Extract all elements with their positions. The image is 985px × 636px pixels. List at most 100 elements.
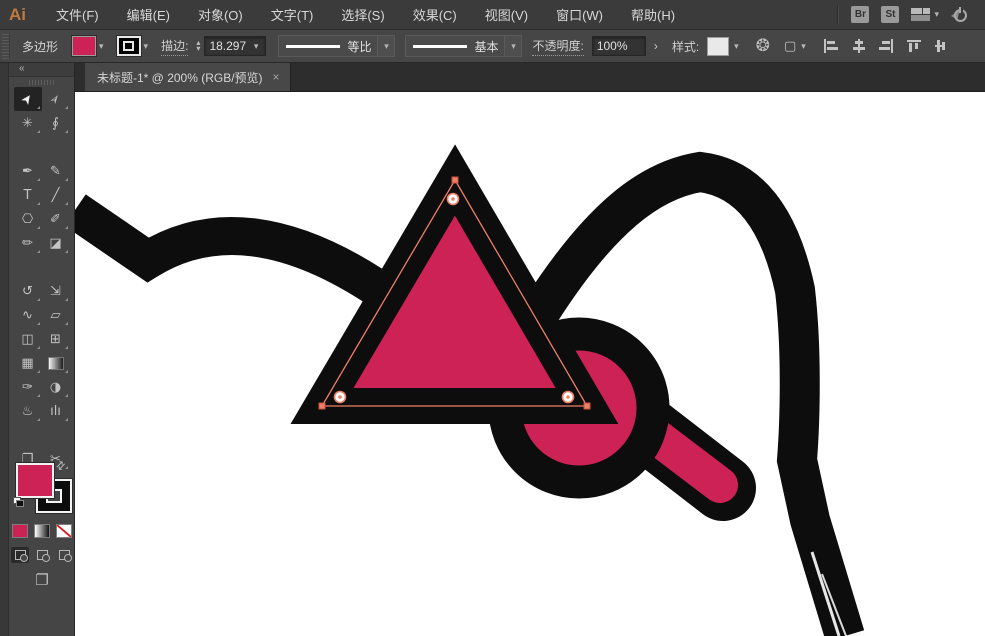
black-path-left[interactable] <box>75 194 391 306</box>
context-label: 多边形 <box>22 39 59 54</box>
stroke-color-control[interactable]: ▾ <box>115 35 152 57</box>
brush-label: 基本 <box>474 39 499 54</box>
opacity-value: 100% <box>596 39 628 53</box>
eyedropper-tool[interactable]: ✑ <box>14 375 42 399</box>
draw-inside-button[interactable] <box>55 547 73 563</box>
color-button[interactable] <box>12 524 28 538</box>
recolor-artwork-icon[interactable]: ❂ <box>756 36 770 56</box>
canvas[interactable] <box>75 92 985 636</box>
style-swatch[interactable] <box>707 36 730 56</box>
paintbrush-tool[interactable]: ✐ <box>42 207 70 231</box>
fill-proxy[interactable] <box>15 462 55 499</box>
menu-bar-right: Br St ▾ <box>837 5 985 24</box>
stepper-down-icon[interactable]: ▾ <box>196 45 200 53</box>
stroke-weight-value: 18.297 <box>209 39 247 53</box>
anchor-point[interactable] <box>451 176 459 184</box>
direct-selection-tool[interactable]: ➢ <box>42 87 70 111</box>
dock-edge[interactable] <box>0 63 9 636</box>
polygon-tool[interactable]: ⎔ <box>14 207 42 231</box>
panel-grip[interactable] <box>28 80 55 85</box>
curvature-tool[interactable]: ✎ <box>42 159 70 183</box>
column-graph-tool[interactable]: ılı <box>42 399 70 423</box>
line-segment-tool[interactable]: ╱ <box>42 183 70 207</box>
scale-tool[interactable]: ⇲ <box>42 279 70 303</box>
type-tool[interactable]: T <box>14 183 42 207</box>
free-transform-tool[interactable]: ▱ <box>42 303 70 327</box>
vertical-align-top-button[interactable] <box>906 39 922 53</box>
blend-tool[interactable]: ◑ <box>42 375 70 399</box>
chevron-down-icon[interactable]: ▾ <box>504 36 522 56</box>
draw-behind-button[interactable] <box>33 547 51 563</box>
chevron-down-icon[interactable]: ▾ <box>251 39 262 54</box>
chevron-down-icon[interactable]: ▾ <box>96 39 107 54</box>
magic-wand-tool[interactable]: ✳ <box>14 111 42 135</box>
mesh-tool[interactable]: ▦ <box>14 351 42 375</box>
separator <box>837 5 840 24</box>
pencil-tool[interactable]: ✏ <box>14 231 42 255</box>
vertical-align-center-button[interactable] <box>934 39 945 53</box>
draw-normal-button[interactable] <box>11 547 29 563</box>
horizontal-align-right-button[interactable] <box>878 39 894 53</box>
transform-shape-icon[interactable]: ▢ <box>784 38 796 54</box>
stroke-color-swatch[interactable] <box>115 35 142 57</box>
stroke-weight-input[interactable]: 18.297 ▾ <box>204 36 267 56</box>
close-icon[interactable]: × <box>273 70 280 84</box>
symbol-sprayer-tool[interactable]: ♨ <box>14 399 42 423</box>
launch-power-icon[interactable] <box>951 6 967 23</box>
bridge-badge[interactable]: Br <box>851 6 870 23</box>
menu-help[interactable]: 帮助(H) <box>617 0 689 29</box>
menu-effect[interactable]: 效果(C) <box>399 0 471 29</box>
width-profile-dropdown[interactable]: 等比 ▾ <box>278 35 396 57</box>
none-button[interactable] <box>56 524 72 538</box>
opacity-expand-arrow[interactable]: › <box>648 39 664 53</box>
stock-badge[interactable]: St <box>881 6 900 23</box>
illustrator-logo: Ai <box>9 4 26 24</box>
opacity-panel-link[interactable]: 不透明度: <box>532 37 584 56</box>
anchor-point[interactable] <box>583 402 591 410</box>
document-tab[interactable]: 未标题-1* @ 200% (RGB/预览) × <box>85 63 291 91</box>
stroke-panel-link[interactable]: 描边: <box>161 37 189 56</box>
pen-tool[interactable]: ✒ <box>14 159 42 183</box>
chevron-down-icon[interactable]: ▾ <box>798 39 809 54</box>
width-tool[interactable]: ∿ <box>14 303 42 327</box>
menu-view[interactable]: 视图(V) <box>471 0 542 29</box>
menu-file[interactable]: 文件(F) <box>42 0 113 29</box>
panel-collapse-button[interactable]: « <box>9 63 74 77</box>
document-title: 未标题-1* @ 200% (RGB/预览) <box>97 70 263 85</box>
stroke-weight-stepper[interactable]: ▴ ▾ <box>196 39 200 53</box>
perspective-grid-tool[interactable]: ⊞ <box>42 327 70 351</box>
shape-builder-tool[interactable]: ◫ <box>14 327 42 351</box>
horizontal-align-center-button[interactable] <box>851 39 866 53</box>
menu-type[interactable]: 文字(T) <box>257 0 328 29</box>
chevron-down-icon[interactable]: ▾ <box>731 39 742 54</box>
lasso-tool[interactable]: ∮ <box>42 111 70 135</box>
chevron-down-icon[interactable]: ▾ <box>377 36 395 56</box>
chevron-down-icon[interactable]: ▾ <box>141 39 152 54</box>
menu-window[interactable]: 窗口(W) <box>542 0 617 29</box>
anchor-point[interactable] <box>318 402 326 410</box>
gradient-button[interactable] <box>34 524 50 538</box>
panel-grip[interactable] <box>2 33 10 59</box>
menu-edit[interactable]: 编辑(E) <box>113 0 184 29</box>
gradient-tool[interactable] <box>42 351 70 375</box>
fill-color-swatch[interactable] <box>71 35 98 57</box>
app-badges: Br St <box>851 6 900 23</box>
default-fill-stroke-icon[interactable] <box>13 497 24 507</box>
fill-stroke-indicator: ⇄ <box>9 458 75 521</box>
brush-definition-dropdown[interactable]: 基本 ▾ <box>405 35 523 57</box>
workspace-switcher[interactable]: ▾ <box>911 8 939 21</box>
live-corner-widget[interactable] <box>561 390 575 404</box>
artboard-view[interactable] <box>75 92 985 636</box>
live-corner-widget[interactable] <box>333 390 347 404</box>
screen-mode-button[interactable]: ❐ <box>9 571 75 589</box>
horizontal-align-left-button[interactable] <box>823 39 838 53</box>
fill-color-control[interactable]: ▾ <box>71 35 107 57</box>
menu-object[interactable]: 对象(O) <box>184 0 257 29</box>
menu-list: 文件(F) 编辑(E) 对象(O) 文字(T) 选择(S) 效果(C) 视图(V) 窗口(W)… <box>42 0 689 29</box>
eraser-tool[interactable]: ◪ <box>42 231 70 255</box>
rotate-tool[interactable]: ↺ <box>14 279 42 303</box>
opacity-input[interactable]: 100% <box>591 36 646 56</box>
live-corner-widget[interactable] <box>446 192 460 206</box>
menu-select[interactable]: 选择(S) <box>327 0 398 29</box>
selection-tool[interactable]: ➤ <box>13 87 42 111</box>
